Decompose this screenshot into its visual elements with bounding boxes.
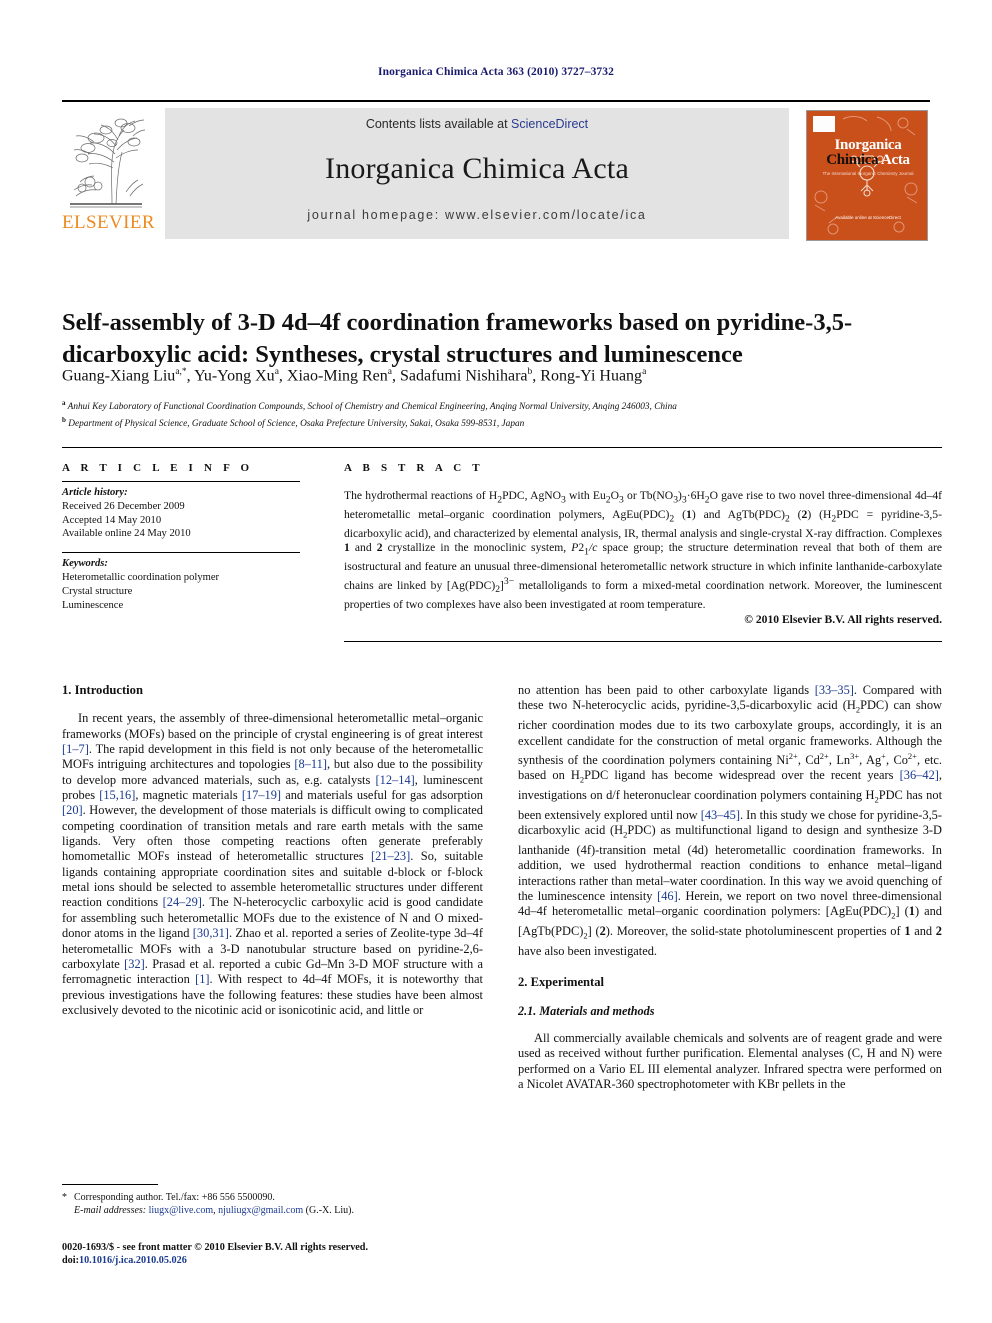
intro-paragraph-2: no attention has been paid to other carb… xyxy=(518,683,943,959)
cover-subtitle: The International Inorganic Chemistry Jo… xyxy=(822,171,914,176)
email-link-1[interactable]: liugx@live.com xyxy=(149,1205,213,1216)
email-link-2[interactable]: njuliugx@gmail.com xyxy=(218,1205,303,1216)
section-heading-introduction: 1. Introduction xyxy=(62,683,143,697)
journal-band: Contents lists available at ScienceDirec… xyxy=(165,108,789,239)
article-history-received: Received 26 December 2009 xyxy=(62,500,185,512)
cover-title-line1: Inorganica xyxy=(834,137,902,153)
keyword-item: Luminescence xyxy=(62,599,124,611)
keywords-block: Keywords: Heterometallic coordination po… xyxy=(62,557,320,612)
footnote-rule xyxy=(62,1184,158,1185)
article-history-accepted: Accepted 14 May 2010 xyxy=(62,514,162,526)
doi-link[interactable]: 10.1016/j.ica.2010.05.026 xyxy=(79,1255,187,1266)
elsevier-logo: ELSEVIER xyxy=(62,108,155,239)
abstract-copyright: © 2010 Elsevier B.V. All rights reserved… xyxy=(744,613,942,627)
intro-paragraph-1: In recent years, the assembly of three-d… xyxy=(62,711,484,1017)
affiliation-b-text: Department of Physical Science, Graduate… xyxy=(68,418,525,429)
journal-article-page: Inorganica Chimica Acta 363 (2010) 3727–… xyxy=(0,0,992,1323)
journal-homepage-link[interactable]: journal homepage: www.elsevier.com/locat… xyxy=(165,208,789,222)
doi-line: doi:10.1016/j.ica.2010.05.026 xyxy=(62,1254,522,1267)
footnote-block: * Corresponding author. Tel./fax: +86 556… xyxy=(62,1191,483,1217)
materials-paragraph-1: All commercially available chemicals and… xyxy=(518,1031,942,1092)
journal-title: Inorganica Chimica Acta xyxy=(325,152,629,185)
cover-title-line2b: Acta xyxy=(880,152,910,168)
abstract-column: The hydrothermal reactions of H2PDC, AgN… xyxy=(344,489,942,628)
body-column-left: 1. Introduction In recent years, the ass… xyxy=(62,683,483,1018)
abstract-text: The hydrothermal reactions of H2PDC, AgN… xyxy=(344,489,943,611)
article-history-rule xyxy=(62,481,300,482)
author-list: Guang-Xiang Liua,*, Yu-Yong Xua, Xiao-Mi… xyxy=(62,367,647,385)
section-heading-experimental: 2. Experimental xyxy=(518,975,605,990)
page-footer: 0020-1693/$ - see front matter © 2010 El… xyxy=(62,1241,522,1267)
keyword-item: Heterometallic coordination polymer xyxy=(62,571,220,583)
elsevier-tree-icon xyxy=(66,112,146,212)
contents-lists-prefix: Contents lists available at xyxy=(365,117,512,131)
keywords-label: Keywords: xyxy=(62,558,108,570)
article-history-online: Available online 24 May 2010 xyxy=(62,528,191,540)
issn-copyright-line: 0020-1693/$ - see front matter © 2010 El… xyxy=(62,1242,369,1253)
cover-title-line2a: Chimica xyxy=(826,152,879,168)
keywords-rule xyxy=(62,552,300,554)
affiliation-a-text: Anhui Key Laboratory of Functional Coord… xyxy=(67,402,677,413)
affiliation-a: a Anhui Key Laboratory of Functional Coo… xyxy=(62,399,677,413)
journal-masthead: ELSEVIER Contents lists available at Sci… xyxy=(62,100,930,241)
abstract-bottom-rule xyxy=(344,641,942,642)
affiliation-b: b Department of Physical Science, Gradua… xyxy=(62,415,525,429)
email-label: E-mail addresses: xyxy=(74,1205,147,1216)
body-column-right: no attention has been paid to other carb… xyxy=(518,683,942,1093)
email-line: E-mail addresses: liugx@live.com, njuliu… xyxy=(62,1204,483,1217)
article-history-block: Article history: Received 26 December 20… xyxy=(62,486,320,541)
cover-sciencedirect-badge: Available online at ScienceDirect xyxy=(835,215,901,220)
corresponding-author-text: Corresponding author. Tel./fax: +86 556 … xyxy=(74,1192,275,1203)
journal-cover-thumbnail: Inorganica Chimica Acta The Internationa… xyxy=(806,110,928,241)
subsection-heading-materials-and-methods: 2.1. Materials and methods xyxy=(518,1003,655,1018)
cover-title: Inorganica Chimica Acta xyxy=(815,138,921,168)
email-suffix: (G.-X. Liu). xyxy=(303,1205,354,1216)
article-info-column: Article history: Received 26 December 20… xyxy=(62,481,320,623)
running-head: Inorganica Chimica Acta 363 (2010) 3727–… xyxy=(378,66,614,78)
article-info-header: A R T I C L E I N F O xyxy=(62,462,254,474)
contents-lists-line: Contents lists available at ScienceDirec… xyxy=(165,117,789,131)
info-section-top-rule xyxy=(62,447,942,448)
doi-label: doi: xyxy=(62,1255,79,1266)
article-history-label: Article history: xyxy=(62,487,128,498)
sciencedirect-link[interactable]: ScienceDirect xyxy=(511,117,588,131)
elsevier-wordmark: ELSEVIER xyxy=(62,212,155,233)
affiliation-list: a Anhui Key Laboratory of Functional Coo… xyxy=(62,397,942,430)
footnote-asterisk-icon: * xyxy=(62,1192,67,1203)
corresponding-author-line: * Corresponding author. Tel./fax: +86 556… xyxy=(62,1191,483,1204)
keyword-item: Crystal structure xyxy=(62,585,133,597)
abstract-header: A B S T R A C T xyxy=(344,462,484,474)
